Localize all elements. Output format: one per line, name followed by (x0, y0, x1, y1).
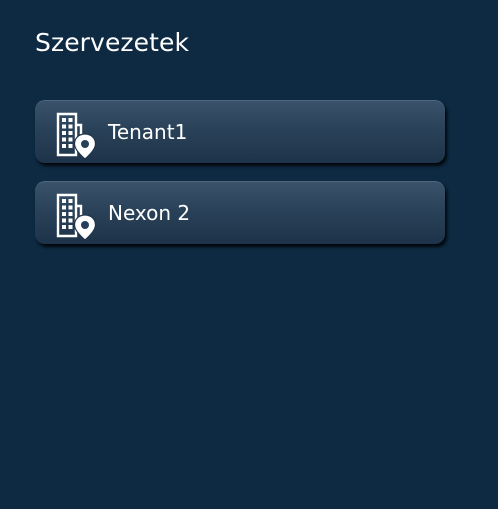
organization-item-tenant1[interactable]: Tenant1 (35, 100, 445, 163)
organization-item-nexon-2[interactable]: Nexon 2 (35, 181, 445, 244)
building-location-icon (56, 193, 97, 240)
building-location-icon (56, 112, 97, 159)
organization-list: Tenant1 Nexon 2 (35, 100, 445, 262)
organization-name: Tenant1 (108, 120, 188, 144)
page-title: Szervezetek (35, 28, 190, 57)
organization-name: Nexon 2 (108, 201, 191, 225)
